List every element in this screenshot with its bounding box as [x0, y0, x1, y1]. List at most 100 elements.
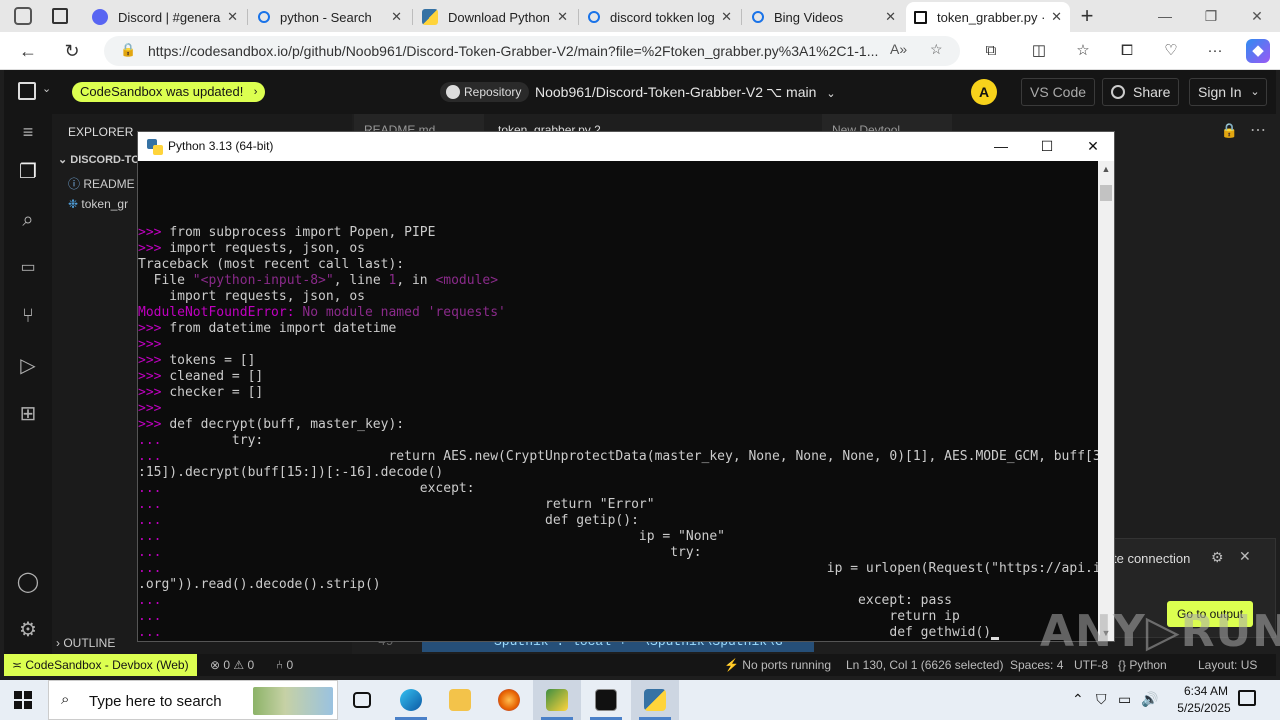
tab-actions-button[interactable]	[14, 7, 32, 25]
settings-gear-icon[interactable]: ⚙	[16, 618, 40, 642]
close-tab-icon[interactable]: ✕	[721, 9, 732, 25]
new-tab-button[interactable]: +	[1074, 2, 1100, 30]
problems-indicator[interactable]: ⊗ 0 ⚠ 0	[210, 654, 254, 676]
close-button[interactable]: ✕	[1070, 132, 1116, 161]
sign-in-button[interactable]: Sign In ⌄	[1189, 78, 1267, 106]
close-window-button[interactable]: ✕	[1234, 0, 1280, 32]
indentation[interactable]: Spaces: 4	[1010, 654, 1063, 676]
volume-icon[interactable]: 🔊	[1141, 691, 1158, 708]
refresh-button[interactable]: ↻	[58, 38, 86, 64]
close-tab-icon[interactable]: ✕	[227, 9, 238, 25]
tree-item-readme[interactable]: ⓘ README	[68, 175, 135, 192]
python-title-bar[interactable]: Python 3.13 (64-bit) — ☐ ✕	[138, 132, 1114, 161]
restore-button[interactable]: ❐	[1188, 0, 1234, 32]
python-console-window[interactable]: Python 3.13 (64-bit) — ☐ ✕ >>> from subp…	[137, 131, 1115, 642]
split-screen-icon[interactable]: ◫	[1027, 39, 1051, 63]
avatar[interactable]: A	[971, 79, 997, 105]
remote-indicator[interactable]: ≍ CodeSandbox - Devbox (Web)	[4, 654, 197, 676]
url-input[interactable]: https://codesandbox.io/p/github/Noob961/…	[148, 43, 888, 59]
more-actions-icon[interactable]: ⋯	[1250, 120, 1266, 140]
performance-icon[interactable]: ♡	[1159, 39, 1183, 63]
vscode-button[interactable]: VS Code	[1021, 78, 1096, 106]
taskbar-python-installer[interactable]	[533, 680, 581, 720]
back-button[interactable]: ←	[14, 38, 42, 64]
taskbar-search[interactable]: ⌕ Type here to search	[48, 680, 338, 720]
settings-gear-icon[interactable]: ⚙	[1211, 549, 1224, 566]
console-line: ... except: pass	[138, 593, 952, 609]
favorites-icon[interactable]: ☆	[1071, 39, 1095, 63]
url-box[interactable]: 🔒 https://codesandbox.io/p/github/Noob96…	[104, 36, 960, 66]
keyboard-layout[interactable]: Layout: US	[1198, 654, 1257, 676]
task-view-button[interactable]	[338, 680, 386, 720]
tree-root[interactable]: ⌄ DISCORD-TO	[58, 153, 140, 166]
tab-discord[interactable]: Discord | #general ✕	[84, 2, 246, 32]
ports-count[interactable]: ⑃ 0	[276, 654, 293, 676]
share-button[interactable]: Share	[1102, 78, 1180, 106]
read-aloud-icon[interactable]: A»	[890, 41, 907, 57]
console-prompt: >>>	[138, 321, 170, 336]
scrollbar-thumb[interactable]	[1100, 185, 1112, 201]
tab-download-python[interactable]: Download Python ✕	[414, 2, 576, 32]
search-placeholder: Type here to search	[89, 693, 222, 710]
minimize-button[interactable]: —	[1142, 0, 1188, 32]
python-console-output[interactable]: >>> from subprocess import Popen, PIPE >>…	[138, 161, 1098, 641]
tab-token-grabber[interactable]: token_grabber.py · ✕	[906, 2, 1070, 32]
tab-bing-videos[interactable]: Bing Videos ✕	[744, 2, 904, 32]
tab-python-search[interactable]: python - Search ✕	[250, 2, 410, 32]
scrollbar[interactable]: ▲ ▼	[1098, 161, 1114, 641]
cursor-position[interactable]: Ln 130, Col 1 (6626 selected)	[846, 654, 1003, 676]
close-tab-icon[interactable]: ✕	[885, 9, 896, 25]
menu-icon[interactable]	[18, 82, 36, 100]
close-tab-icon[interactable]: ✕	[1051, 9, 1062, 25]
taskbar-python[interactable]	[631, 680, 679, 720]
notifications-icon[interactable]	[1238, 690, 1256, 706]
more-menu-icon[interactable]: ···	[1203, 39, 1227, 63]
scroll-up-icon[interactable]: ▲	[1098, 161, 1114, 177]
tab-discord-tokken-log[interactable]: discord tokken log ✕	[580, 2, 740, 32]
maximize-button[interactable]: ☐	[1024, 132, 1070, 161]
search-highlight-image	[253, 687, 333, 715]
language-mode[interactable]: {} Python	[1118, 654, 1167, 676]
close-tab-icon[interactable]: ✕	[557, 9, 568, 25]
taskbar-firefox[interactable]	[485, 680, 533, 720]
repository-badge[interactable]: Repository	[440, 82, 530, 102]
collections-icon[interactable]: ⧠	[1115, 39, 1139, 63]
updated-banner-button[interactable]: CodeSandbox was updated! ›	[72, 82, 266, 102]
windows-start-icon[interactable]	[14, 691, 32, 709]
outline-section[interactable]: › OUTLINE	[56, 636, 115, 650]
hamburger-menu-icon[interactable]: ≡	[16, 120, 40, 144]
terminal-icon[interactable]: ▭	[16, 256, 40, 280]
source-control-icon[interactable]: ⑂	[16, 304, 40, 328]
account-icon[interactable]: ◯	[16, 570, 40, 594]
run-debug-icon[interactable]: ▷	[16, 354, 40, 378]
console-line: ModuleNotFoundError: No module named 're…	[138, 305, 506, 321]
extensions-icon[interactable]: ⊞	[16, 402, 40, 426]
network-icon[interactable]: ▭	[1118, 691, 1131, 708]
lock-icon[interactable]: 🔒	[1221, 122, 1238, 139]
ports-status[interactable]: ⚡ No ports running	[724, 654, 831, 676]
extensions-icon[interactable]: ⧉	[979, 39, 1003, 63]
branch-selector[interactable]: ⌥ main ⌄	[766, 84, 836, 101]
activity-bar: ≡ ❐ ⌕ ▭ ⑂ ▷ ⊞ ◯ ⚙	[4, 114, 52, 654]
tab-list-button[interactable]	[52, 8, 68, 24]
chevron-up-icon[interactable]: ⌃	[1072, 691, 1084, 708]
chevron-down-icon[interactable]: ⌄	[42, 82, 51, 95]
repo-name[interactable]: Noob961/Discord-Token-Grabber-V2	[535, 84, 763, 100]
minimize-button[interactable]: —	[978, 132, 1024, 161]
clock-time[interactable]: 6:34 AM	[1171, 684, 1241, 698]
taskbar-edge[interactable]	[387, 680, 435, 720]
files-icon[interactable]: ❐	[16, 160, 40, 184]
close-icon[interactable]: ✕	[1239, 548, 1251, 565]
taskbar-file-explorer[interactable]	[436, 680, 484, 720]
copilot-icon[interactable]: ◆	[1246, 39, 1270, 63]
search-icon[interactable]: ⌕	[16, 208, 40, 232]
close-tab-icon[interactable]: ✕	[391, 9, 402, 25]
taskbar-terminal[interactable]	[582, 680, 630, 720]
security-icon[interactable]: ⛉	[1096, 691, 1107, 708]
clock-date[interactable]: 5/25/2025	[1164, 701, 1244, 715]
encoding[interactable]: UTF-8	[1074, 654, 1108, 676]
lock-icon[interactable]: 🔒	[120, 42, 136, 58]
installer-icon	[546, 689, 568, 711]
tree-item-token-grabber[interactable]: ❉ token_gr	[68, 197, 128, 211]
favorite-star-icon[interactable]: ☆	[930, 41, 943, 58]
